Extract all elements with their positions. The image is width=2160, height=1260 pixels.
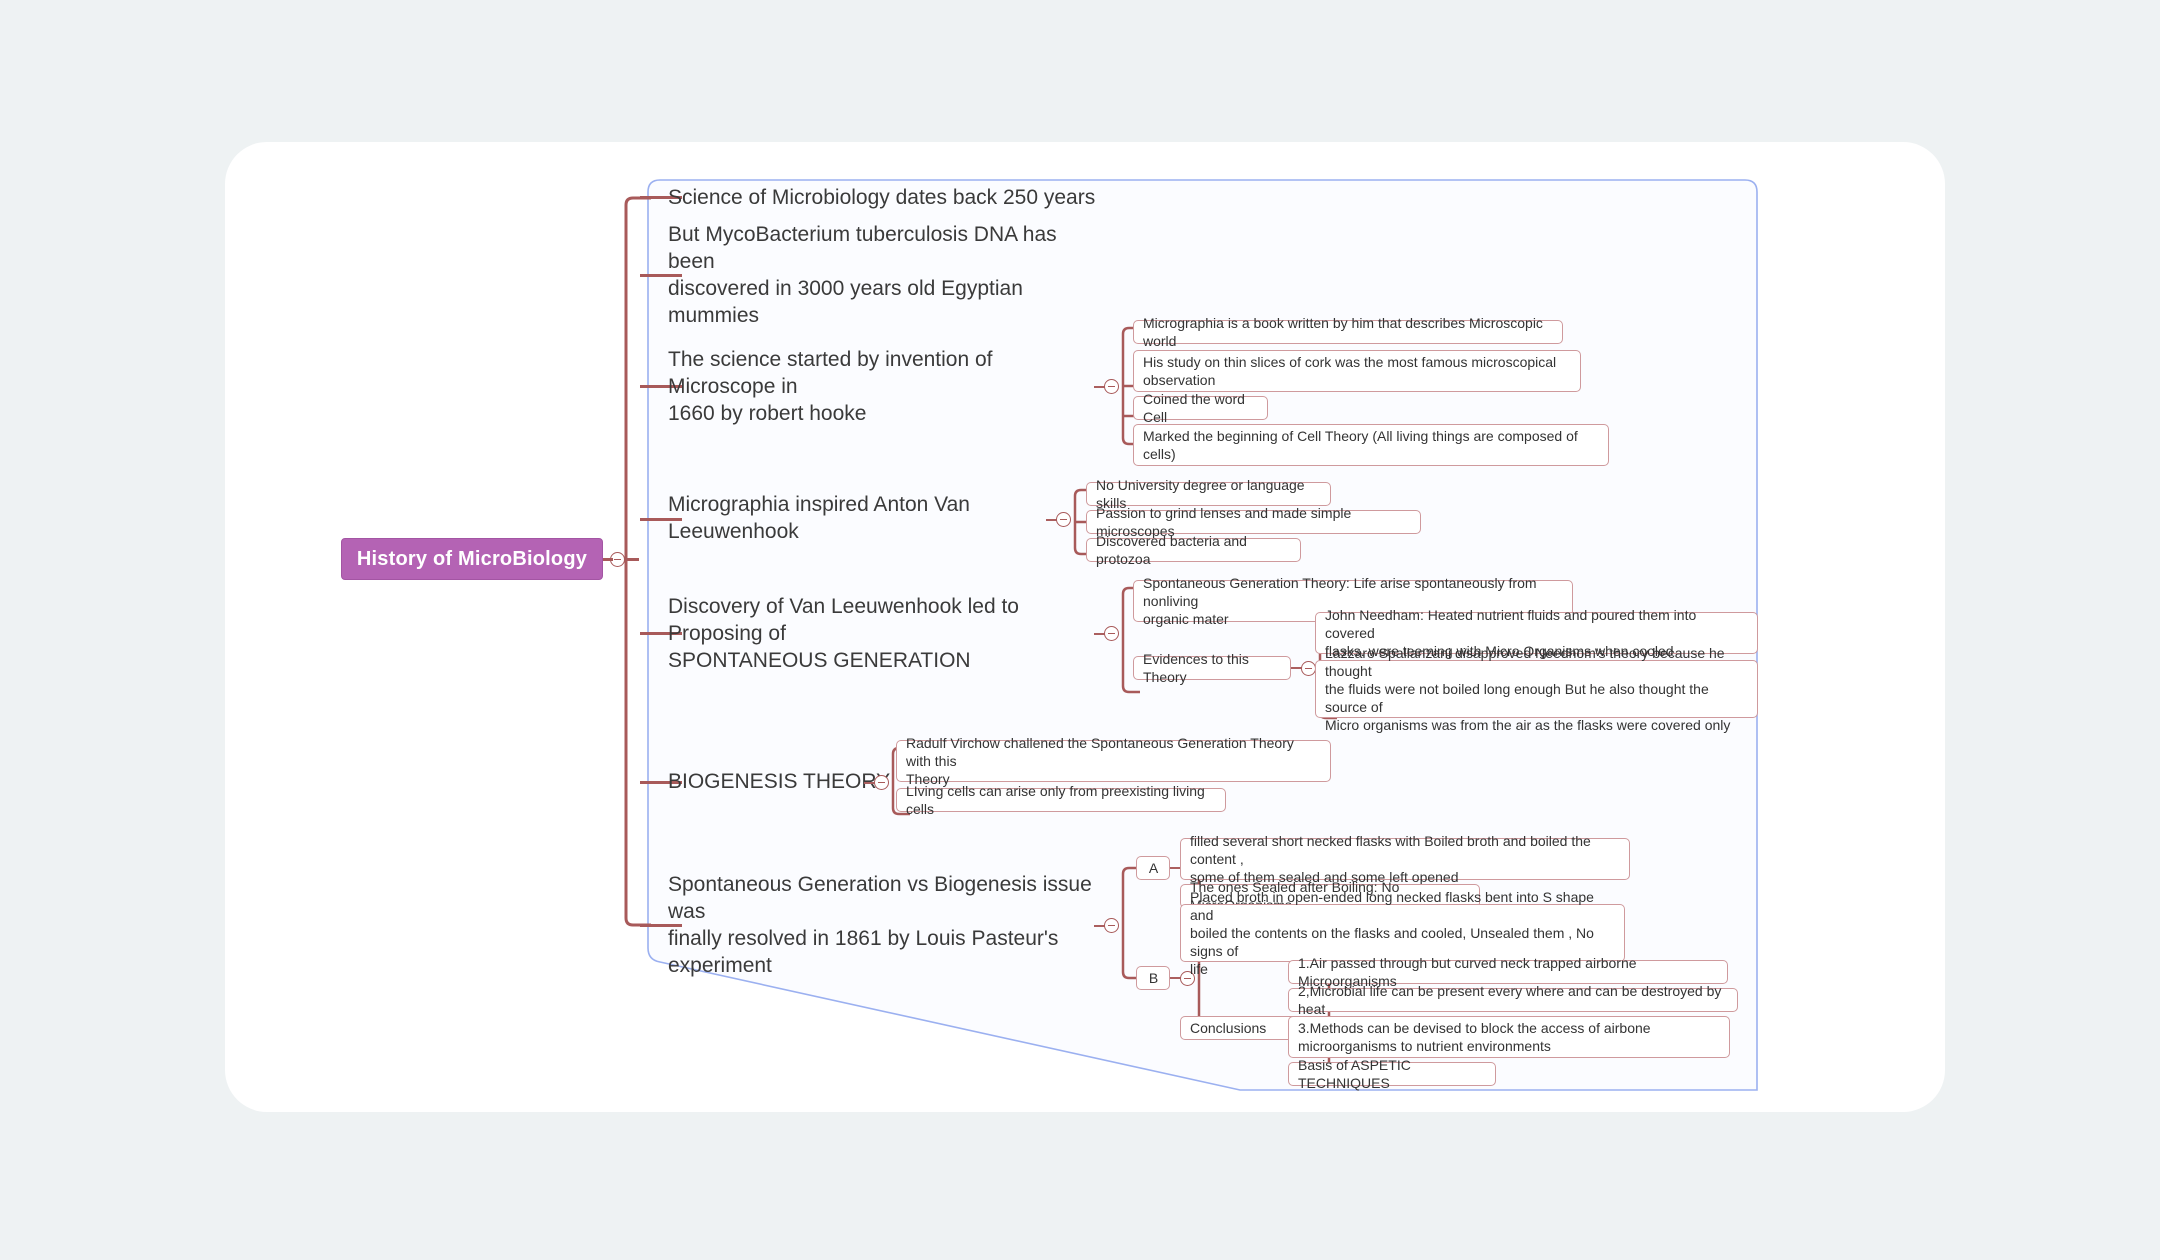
node-experiment-b[interactable]: B: [1136, 966, 1170, 990]
node-experiment-a[interactable]: A: [1136, 856, 1170, 880]
node-short-necked-flasks[interactable]: filled several short necked flasks with …: [1180, 833, 1630, 885]
node-discovered-bacteria-protozoa[interactable]: Discovered bacteria and protozoa: [1086, 533, 1301, 567]
evidences-collapse-toggle[interactable]: [1301, 661, 1316, 676]
node-conclusion-3[interactable]: 3.Methods can be devised to block the ac…: [1288, 1016, 1730, 1058]
node-conclusions[interactable]: Conclusions: [1180, 1016, 1300, 1040]
branch-node-mycobacterium-dna[interactable]: But MycoBacterium tuberculosis DNA has b…: [668, 223, 1088, 327]
node-conclusion-1[interactable]: 1.Air passed through but curved neck tra…: [1288, 955, 1728, 989]
node-conclusion-2[interactable]: 2,Microbial life can be present every wh…: [1288, 983, 1738, 1017]
branch-node-science-dates-back[interactable]: Science of Microbiology dates back 250 y…: [668, 182, 1098, 212]
node-coined-word-cell[interactable]: Coined the word Cell: [1133, 391, 1268, 425]
root-collapse-toggle[interactable]: [610, 552, 625, 567]
branch-node-microscope-hooke[interactable]: The science started by invention of Micr…: [668, 348, 1088, 425]
node-living-cells-preexisting[interactable]: LIving cells can arise only from preexis…: [896, 783, 1226, 817]
node-radulf-virchow[interactable]: Radulf Virchow challened the Spontaneous…: [896, 735, 1331, 787]
branch-6-collapse-toggle[interactable]: [874, 775, 889, 790]
branch-node-leeuwenhook[interactable]: Micrographia inspired Anton Van Leeuwenh…: [668, 493, 1068, 543]
node-grind-lenses[interactable]: Passion to grind lenses and made simple …: [1086, 505, 1421, 539]
node-basis-aseptic-techniques[interactable]: Basis of ASPETIC TECHNIQUES: [1288, 1057, 1496, 1091]
node-lazzaro-spallanzani[interactable]: Lazzaro Spallanzani disapproved Needhom'…: [1315, 645, 1758, 733]
branch-7-collapse-toggle[interactable]: [1104, 918, 1119, 933]
node-cell-theory-beginning[interactable]: Marked the beginning of Cell Theory (All…: [1133, 424, 1609, 466]
node-evidences-to-theory[interactable]: Evidences to this Theory: [1133, 651, 1291, 685]
branch-3-collapse-toggle[interactable]: [1104, 379, 1119, 394]
branch-4-collapse-toggle[interactable]: [1056, 512, 1071, 527]
node-cork-slices-observation[interactable]: His study on thin slices of cork was the…: [1133, 350, 1581, 392]
branch-5-collapse-toggle[interactable]: [1104, 626, 1119, 641]
branch-node-spontaneous-generation[interactable]: Discovery of Van Leeuwenhook led to Prop…: [668, 595, 1088, 672]
mindmap-page: History of MicroBiology Science of Micro…: [0, 0, 2160, 1260]
node-no-university-degree[interactable]: No University degree or language skills: [1086, 477, 1331, 511]
root-node[interactable]: History of MicroBiology: [341, 538, 603, 580]
branch-node-pasteur-experiment[interactable]: Spontaneous Generation vs Biogenesis iss…: [668, 873, 1108, 977]
node-micrographia-book[interactable]: Micrographia is a book written by him th…: [1133, 315, 1563, 349]
